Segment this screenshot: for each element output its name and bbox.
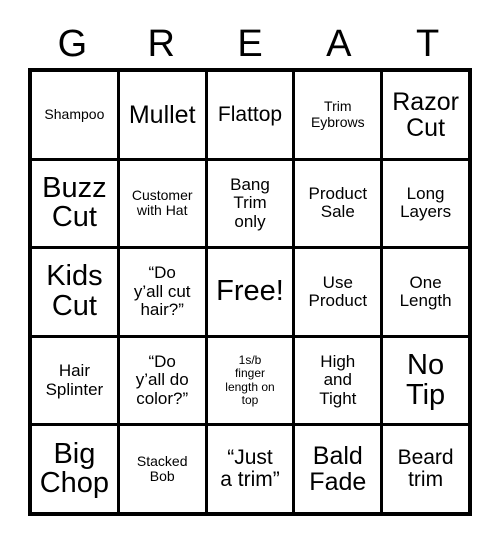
bingo-cell[interactable]: High and Tight <box>295 337 384 424</box>
bingo-cell[interactable]: Use Product <box>295 249 384 335</box>
bingo-cell[interactable]: Bald Fade <box>295 426 384 512</box>
bingo-cell[interactable]: Beard trim <box>383 426 468 512</box>
bingo-cell[interactable]: One Length <box>383 249 468 335</box>
header-letter-0: G <box>57 23 88 65</box>
bingo-cell-label: No Tip <box>405 349 446 411</box>
bingo-cell[interactable]: Customer with Hat <box>119 160 208 247</box>
bingo-cell-label: Buzz Cut <box>42 171 107 234</box>
bingo-cell[interactable]: Stacked Bob <box>119 426 208 512</box>
bingo-cell-label: One Length <box>399 272 452 310</box>
bingo-row: Shampoo Mullet Flattop Trim Eybrows Razo… <box>32 72 468 161</box>
bingo-cell[interactable]: “Do y’all do color?” <box>119 337 208 424</box>
bingo-cell[interactable]: Product Sale <box>295 160 384 247</box>
bingo-cell[interactable]: No Tip <box>383 337 468 424</box>
bingo-cell[interactable]: Long Layers <box>383 160 468 247</box>
bingo-cell-label: 1s/b finger length on top <box>225 352 275 408</box>
header-letter-2: E <box>237 23 263 65</box>
bingo-cell-label: Kids Cut <box>46 260 103 322</box>
bingo-cell-label: Long Layers <box>400 184 452 222</box>
bingo-cell-label: “Do y’all do color?” <box>135 352 189 408</box>
bingo-cell-label: Product Sale <box>308 184 368 222</box>
bingo-cell[interactable]: Shampoo <box>32 72 120 158</box>
bingo-cell-label: Bang Trim only <box>230 174 270 231</box>
bingo-cell-label: Beard trim <box>397 445 454 492</box>
bingo-cell-label: Free! <box>216 275 284 308</box>
bingo-cell-label: Mullet <box>128 100 196 129</box>
bingo-cell[interactable]: Razor Cut <box>383 72 468 158</box>
header-letter-3: A <box>326 23 352 65</box>
bingo-cell[interactable]: Flattop <box>207 72 296 158</box>
bingo-row: Big Chop Stacked Bob “Just a trim” Bald … <box>32 426 468 512</box>
bingo-cell-label: Razor Cut <box>392 87 459 142</box>
bingo-cell[interactable]: Buzz Cut <box>32 160 120 247</box>
bingo-cell-label: Bald Fade <box>309 442 367 497</box>
bingo-cell-free-space[interactable]: Free! <box>207 249 296 335</box>
bingo-card: G R E A T Shampoo Mullet Flattop Trim Ey… <box>0 0 502 544</box>
bingo-cell-label: “Do y’all cut hair?” <box>133 263 191 320</box>
header-letter-4: T <box>415 23 440 65</box>
bingo-cell-label: Customer with Hat <box>131 187 193 219</box>
bingo-cell[interactable]: Trim Eybrows <box>295 72 384 158</box>
bingo-cell[interactable]: Big Chop <box>32 426 120 512</box>
bingo-cell[interactable]: Kids Cut <box>32 249 120 335</box>
bingo-row: Kids Cut “Do y’all cut hair?” Free! Use … <box>32 249 468 338</box>
bingo-cell[interactable]: 1s/b finger length on top <box>207 337 296 424</box>
bingo-cell-label: “Just a trim” <box>220 445 280 492</box>
bingo-cell-label: High and Tight <box>319 352 357 408</box>
bingo-cell[interactable]: Mullet <box>119 72 208 158</box>
bingo-cell-label: Shampoo <box>44 106 105 123</box>
bingo-cell[interactable]: Bang Trim only <box>207 160 296 247</box>
bingo-row: Buzz Cut Customer with Hat Bang Trim onl… <box>32 160 468 250</box>
bingo-cell-label: Hair Splinter <box>45 361 104 399</box>
bingo-grid: Shampoo Mullet Flattop Trim Eybrows Razo… <box>28 68 472 516</box>
bingo-row: Hair Splinter “Do y’all do color?” 1s/b … <box>32 337 468 427</box>
bingo-cell-label: Stacked Bob <box>136 452 188 485</box>
bingo-header-row: G R E A T <box>28 20 472 68</box>
bingo-cell[interactable]: Hair Splinter <box>32 337 120 424</box>
bingo-cell[interactable]: “Just a trim” <box>207 426 296 512</box>
bingo-cell-label: Big Chop <box>39 437 110 500</box>
bingo-cell-label: Flattop <box>217 102 283 126</box>
bingo-cell-label: Trim Eybrows <box>310 98 365 130</box>
header-letter-1: R <box>147 23 175 65</box>
bingo-cell-label: Use Product <box>308 272 368 310</box>
bingo-cell[interactable]: “Do y’all cut hair?” <box>119 249 208 335</box>
